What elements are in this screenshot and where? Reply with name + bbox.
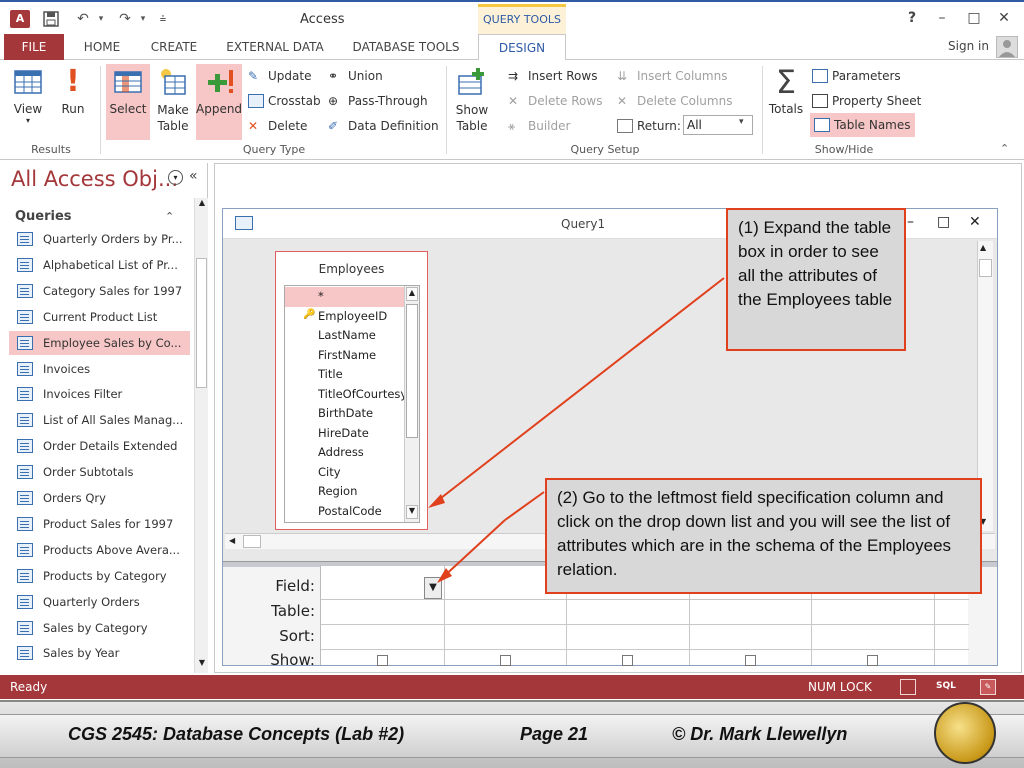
arrow-to-table-box [431,277,725,506]
num-lock-indicator: NUM LOCK [808,680,872,694]
callout-arrows [428,277,725,583]
ucf-pegasus-logo-icon [934,702,996,764]
footer-course: CGS 2545: Database Concepts (Lab #2) [68,724,405,744]
footer-page: Page 21 [520,724,589,744]
status-bar: Ready NUM LOCK SQL ✎ [0,675,1024,699]
arrow-to-field-dropdown [439,519,506,581]
callout-field-dropdown: (2) Go to the leftmost field specificati… [545,478,982,594]
callout-expand-table: (1) Expand the table box in order to see… [726,208,906,351]
sql-view-status-icon[interactable]: SQL [936,681,956,691]
design-view-status-icon[interactable]: ✎ [980,679,996,695]
status-text: Ready [10,680,48,694]
footer-author: © Dr. Mark Llewellyn [672,724,848,744]
datasheet-view-status-icon[interactable] [900,679,916,695]
arrow-segment [504,491,545,521]
